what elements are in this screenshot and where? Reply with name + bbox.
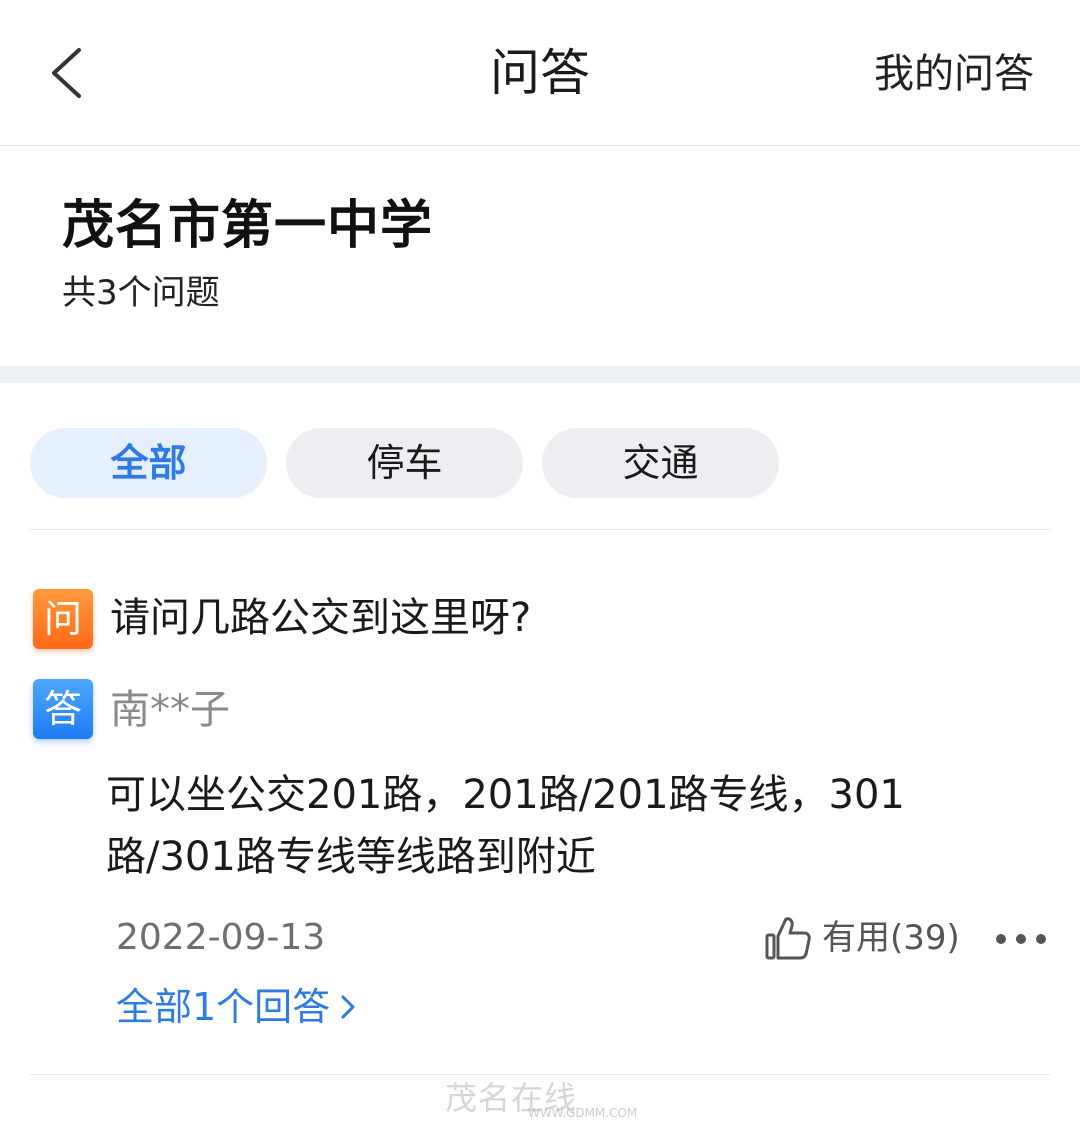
tab-all[interactable]: 全部 <box>30 428 267 498</box>
qa-page: 问答 我的问答 茂名市第一中学 共3个问题 全部 停车 交通 问 请问几路公交到… <box>0 0 1080 1124</box>
useful-count: 有用(39) <box>822 918 960 958</box>
my-questions-link[interactable]: 我的问答 <box>874 46 1034 102</box>
question-text[interactable]: 请问几路公交到这里呀? <box>110 588 531 648</box>
place-name: 茂名市第一中学 <box>62 196 434 256</box>
answerer-name: 南**子 <box>110 687 230 733</box>
more-dots-icon <box>996 934 1006 944</box>
tab-parking[interactable]: 停车 <box>286 428 523 498</box>
divider <box>30 1074 1050 1075</box>
question-badge: 问 <box>33 589 93 649</box>
all-answers-label: 全部1个回答 <box>116 985 331 1029</box>
answer-badge: 答 <box>33 679 93 739</box>
question-count: 共3个问题 <box>62 273 220 313</box>
tab-transport[interactable]: 交通 <box>542 428 779 498</box>
top-nav-bar: 问答 我的问答 <box>0 0 1080 146</box>
section-separator <box>0 366 1080 383</box>
place-summary: 茂名市第一中学 共3个问题 <box>62 188 433 316</box>
more-dot <box>1016 934 1026 944</box>
answer-date: 2022-09-13 <box>116 917 326 958</box>
more-options-button[interactable] <box>996 922 1046 956</box>
answer-text: 可以坐公交201路，201路/201路专线，301路/301路专线等线路到附近 <box>106 772 905 880</box>
chevron-right-icon <box>340 993 356 1021</box>
watermark-url: WWW.GDMM.COM <box>528 1106 638 1120</box>
thumbs-up-icon <box>765 917 811 960</box>
divider <box>30 529 1050 530</box>
more-dot <box>1036 934 1046 944</box>
category-tabs: 全部 停车 交通 <box>30 428 779 498</box>
useful-button[interactable]: 有用(39) <box>764 910 960 966</box>
all-answers-link[interactable]: 全部1个回答 <box>116 980 356 1034</box>
